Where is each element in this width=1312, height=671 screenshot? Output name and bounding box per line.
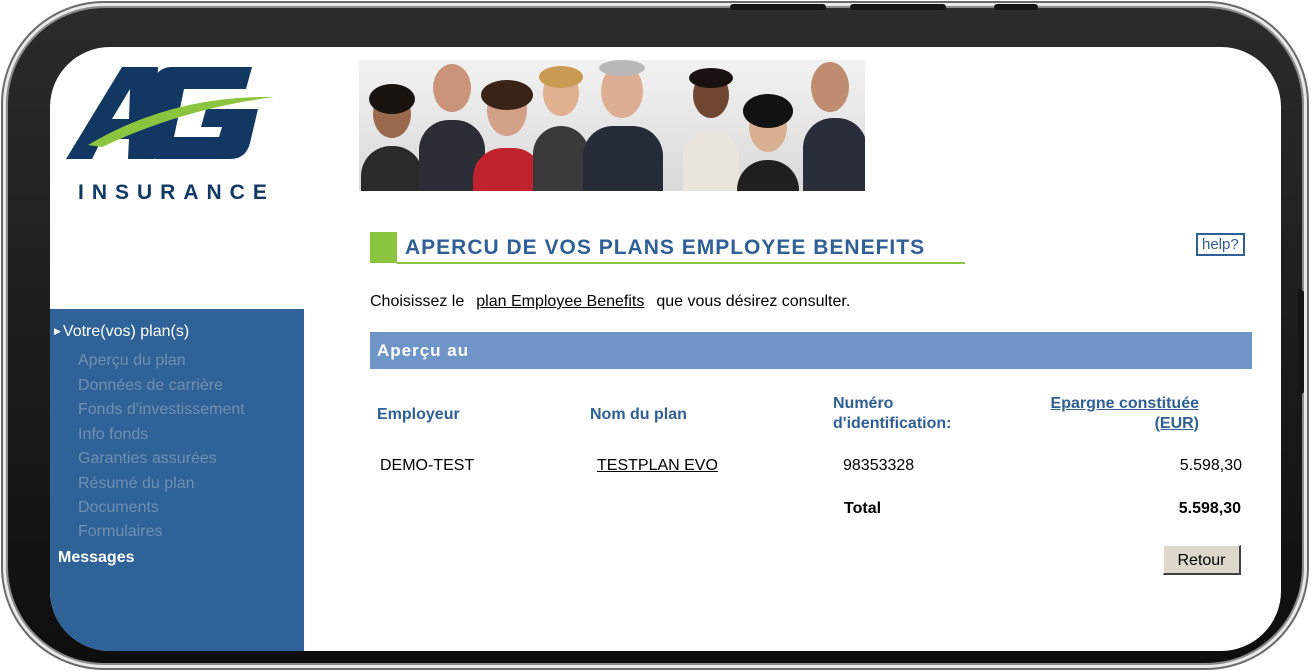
ag-logo-mark-icon: [66, 67, 274, 159]
sidebar-item-messages[interactable]: Messages: [58, 549, 135, 567]
plan-employee-benefits-link[interactable]: plan Employee Benefits: [476, 293, 644, 310]
col-header-savings-line1: Epargne constituée: [1050, 395, 1199, 412]
col-header-savings-line2: (EUR): [1154, 415, 1199, 432]
intro-after: que vous désirez consulter.: [656, 293, 851, 310]
logo-text: INSURANCE: [78, 181, 275, 204]
sidebar-item-fonds-investissement[interactable]: Fonds d'investissement: [78, 401, 245, 419]
title-square-icon: [370, 232, 397, 263]
banner-photo: [359, 60, 865, 191]
page-title: APERCU DE VOS PLANS EMPLOYEE BENEFITS: [405, 236, 926, 259]
sidebar-item-donnees-de-carriere[interactable]: Données de carrière: [78, 377, 223, 395]
intro-text: Choisissez le plan Employee Benefits que v…: [370, 293, 850, 311]
sidebar-item-garanties-assurees[interactable]: Garanties assurées: [78, 450, 217, 468]
cell-id: 98353328: [843, 457, 915, 474]
device-frame: INSURANCE ▶ Votre(vos) plan(s) Aperçu du…: [8, 4, 1304, 663]
cell-employer: DEMO-TEST: [380, 457, 475, 474]
sidebar-section-plans[interactable]: ▶ Votre(vos) plan(s): [54, 323, 189, 341]
ag-insurance-logo[interactable]: INSURANCE: [62, 61, 277, 204]
sidebar-item-resume-du-plan[interactable]: Résumé du plan: [78, 475, 195, 493]
screen: INSURANCE ▶ Votre(vos) plan(s) Aperçu du…: [50, 47, 1281, 651]
overview-bar: Aperçu au: [370, 332, 1252, 369]
sidebar-item-formulaires[interactable]: Formulaires: [78, 523, 162, 541]
overview-bar-label: Aperçu au: [377, 341, 470, 360]
sidebar: ▶ Votre(vos) plan(s) Aperçu du plan Donné…: [50, 309, 304, 651]
device-button: [994, 4, 1038, 10]
sidebar-item-info-fonds[interactable]: Info fonds: [78, 426, 148, 444]
intro-before: Choisissez le: [370, 293, 465, 310]
col-header-plan-name: Nom du plan: [590, 406, 687, 423]
col-header-id-line1: Numéro: [833, 395, 894, 412]
triangle-right-icon: ▶: [54, 326, 61, 336]
sidebar-item-apercu-du-plan[interactable]: Aperçu du plan: [78, 352, 186, 370]
device-button: [850, 4, 946, 10]
total-label: Total: [844, 500, 882, 517]
col-header-savings[interactable]: Epargne constituée (EUR): [1010, 394, 1199, 434]
total-amount: 5.598,30: [1178, 500, 1241, 517]
sidebar-item-documents[interactable]: Documents: [78, 499, 159, 517]
col-header-id-line2: d'identification:: [833, 415, 952, 432]
cell-amount: 5.598,30: [1179, 457, 1242, 474]
device-button: [1298, 290, 1304, 394]
plan-link-testplan-evo[interactable]: TESTPLAN EVO: [597, 457, 718, 475]
col-header-id: Numéro d'identification:: [833, 394, 951, 434]
col-header-employer: Employeur: [377, 406, 460, 423]
back-button[interactable]: Retour: [1163, 545, 1241, 575]
title-underline: [397, 262, 965, 264]
sidebar-section-label: Votre(vos) plan(s): [62, 323, 190, 340]
device-button: [730, 4, 826, 10]
help-button[interactable]: help?: [1196, 233, 1245, 256]
